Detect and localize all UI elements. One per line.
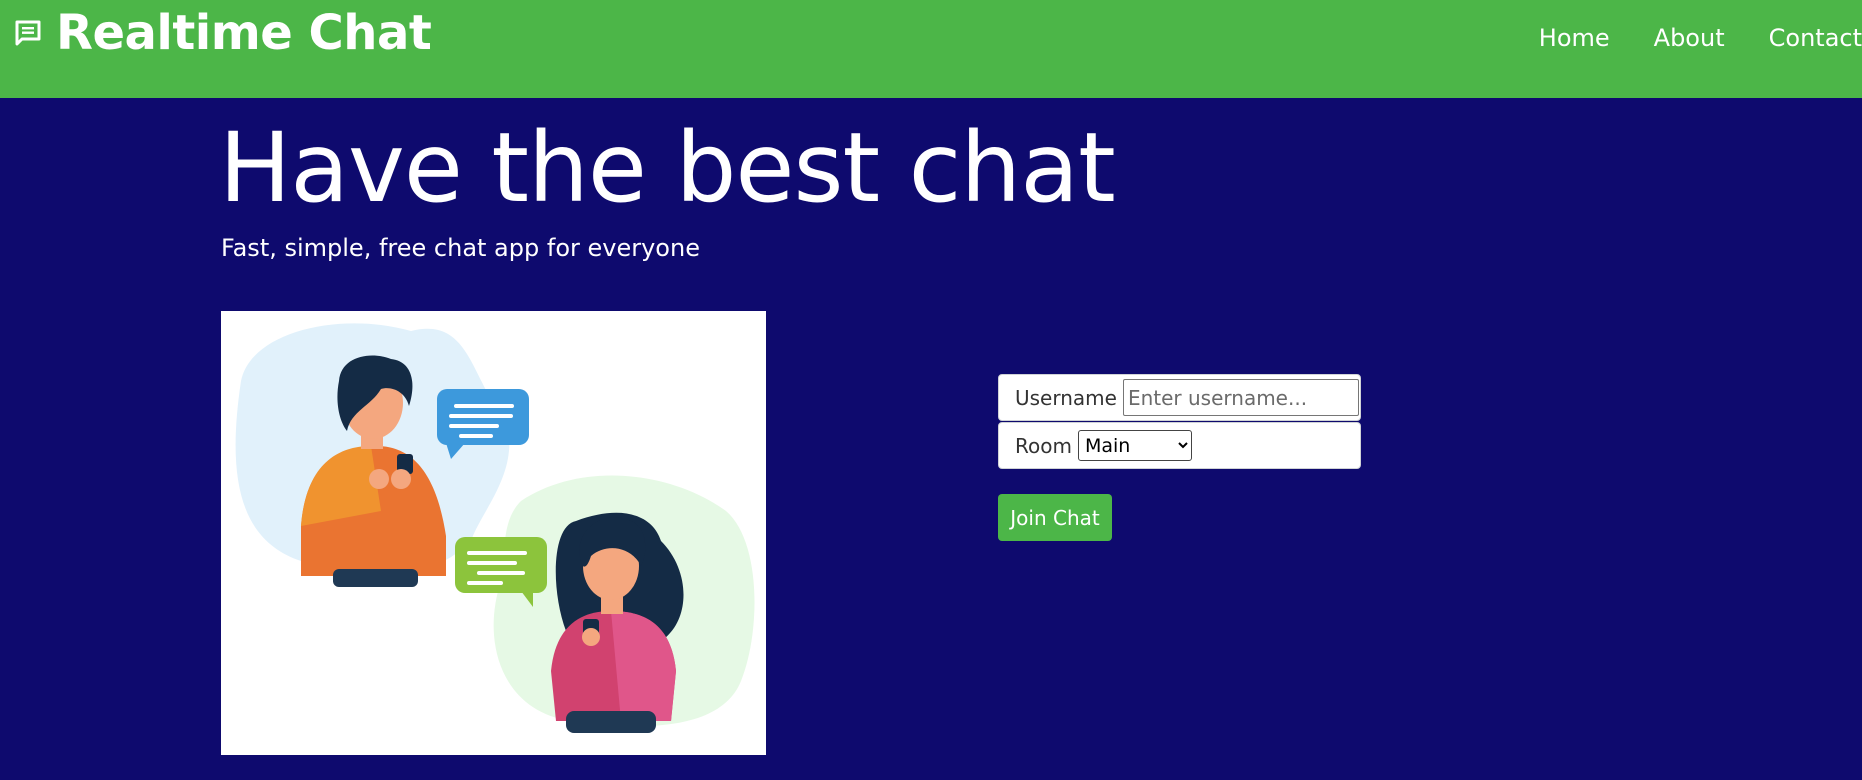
brand-name: Realtime Chat: [56, 5, 432, 61]
nav-link-home[interactable]: Home: [1539, 18, 1610, 58]
username-input[interactable]: [1122, 379, 1359, 416]
username-row: Username: [998, 374, 1361, 421]
people-chatting-illustration: [235, 323, 755, 733]
nav-link-about[interactable]: About: [1654, 18, 1725, 58]
join-chat-button[interactable]: Join Chat: [998, 494, 1112, 541]
hero-title: Have the best chat: [219, 112, 1116, 224]
room-select[interactable]: Main: [1077, 430, 1192, 461]
chat-bubble-icon: [15, 20, 41, 46]
navbar: Realtime Chat Home About Contact: [0, 0, 1862, 98]
username-label: Username: [1015, 385, 1117, 410]
hero-subtitle: Fast, simple, free chat app for everyone: [221, 234, 700, 262]
nav-link-contact[interactable]: Contact: [1769, 18, 1862, 58]
room-label: Room: [1015, 433, 1072, 458]
chat-illustration: [221, 311, 766, 755]
room-row: Room Main: [998, 422, 1361, 469]
nav-links: Home About Contact: [1495, 18, 1862, 58]
woman-figure: [551, 512, 684, 733]
brand-link[interactable]: Realtime Chat: [14, 2, 432, 64]
